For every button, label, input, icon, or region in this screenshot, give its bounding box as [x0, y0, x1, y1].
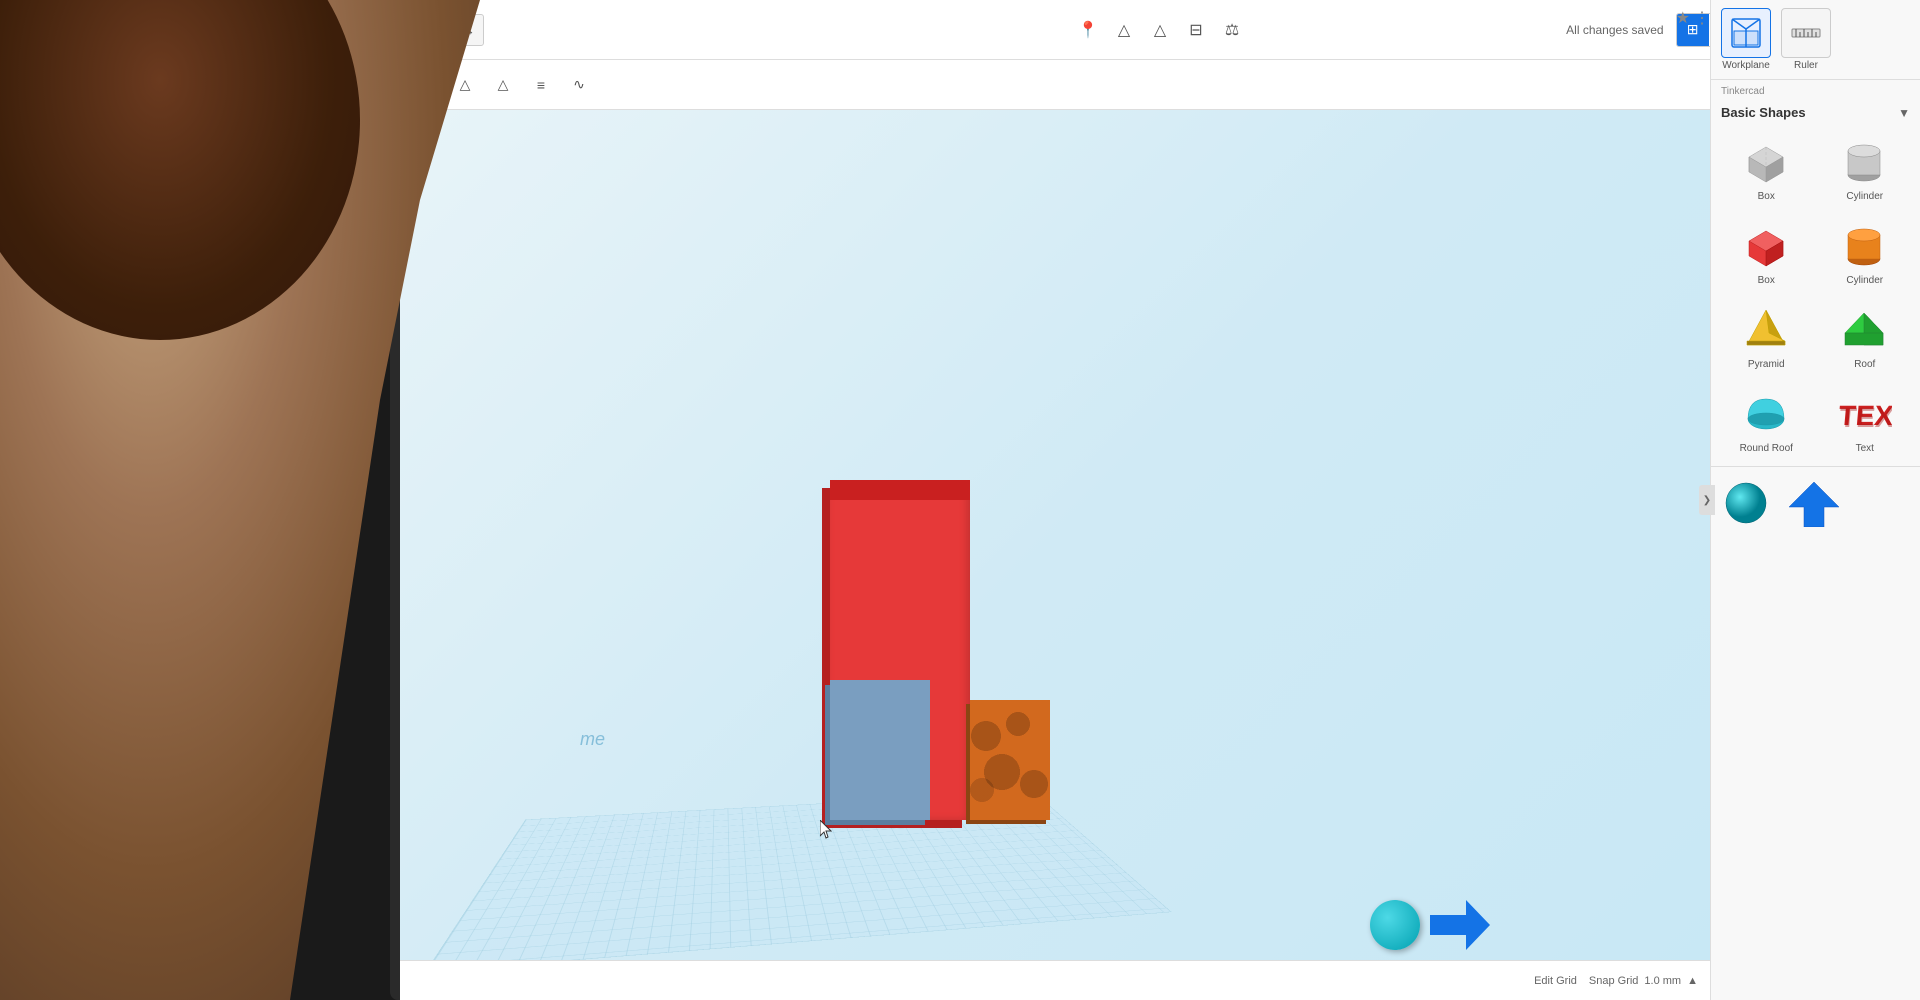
blue-box-shape[interactable]: [830, 680, 930, 820]
align-icon[interactable]: ⊟: [1182, 16, 1210, 44]
orange-box-shape[interactable]: [970, 700, 1050, 820]
workplane-section: Workplane Ruler: [1711, 0, 1920, 80]
round-roof-teal-icon: [1736, 386, 1796, 441]
shape-item-round-roof-teal[interactable]: Round Roof: [1719, 380, 1814, 460]
bottom-arrow-item[interactable]: [1784, 477, 1839, 527]
shape-item-text-red[interactable]: TEXT TEXT Text: [1818, 380, 1913, 460]
shapes-category-label: Tinkercad: [1721, 86, 1910, 97]
blue-arrow-shape[interactable]: [1430, 900, 1490, 950]
save-status: All changes saved: [1566, 23, 1663, 37]
star-icon[interactable]: ★: [1676, 8, 1690, 28]
arrow-svg: [1784, 477, 1839, 527]
shape-item-cylinder-gray[interactable]: Cylinder: [1818, 128, 1913, 208]
ruler-icon: [1781, 8, 1831, 58]
collapse-panel-handle[interactable]: ❯: [1699, 485, 1715, 515]
box-red-label: Box: [1758, 275, 1775, 286]
cylinder-gray-label: Cylinder: [1846, 191, 1883, 202]
tool-3[interactable]: △: [488, 70, 518, 100]
roof-green-label: Roof: [1854, 359, 1875, 370]
box-gray-icon: [1736, 134, 1796, 189]
snap-control: Snap Grid 1.0 mm ▲: [1589, 975, 1698, 987]
shape-item-pyramid-yellow[interactable]: Pyramid: [1719, 296, 1814, 376]
shapes-dropdown-arrow[interactable]: ▼: [1898, 106, 1910, 120]
shape-item-cylinder-orange[interactable]: Cylinder: [1818, 212, 1913, 292]
teal-sphere-shape[interactable]: [1370, 900, 1420, 950]
sphere-svg: [1719, 477, 1774, 527]
workplane-icon: [1721, 8, 1771, 58]
triangle-icon[interactable]: △: [1110, 16, 1138, 44]
top-bar-center: 📍 △ △ ⊟ ⚖: [786, 16, 1534, 44]
box-gray-label: Box: [1758, 191, 1775, 202]
shapes-category-header: Tinkercad: [1711, 80, 1920, 103]
cylinder-orange-label: Cylinder: [1846, 275, 1883, 286]
mirror-icon[interactable]: ⚖: [1218, 16, 1246, 44]
cylinder-gray-icon: [1835, 134, 1895, 189]
snap-grid-label: Snap Grid: [1589, 975, 1639, 987]
workplane-label: Workplane: [1722, 60, 1770, 71]
right-panel: Workplane Ruler Ti: [1710, 0, 1920, 1000]
grid-floor: [425, 792, 1171, 972]
shapes-title: Basic Shapes: [1721, 105, 1806, 120]
tool-4[interactable]: ≡: [526, 70, 556, 100]
top-bar: ← → 📍 △ △ ⊟ ⚖ All changes saved ⊞ ⊡ What…: [400, 0, 1920, 60]
shapes-grid: Box Cylinder: [1711, 122, 1920, 466]
round-roof-teal-label: Round Roof: [1740, 443, 1793, 454]
location-icon[interactable]: 📍: [1074, 16, 1102, 44]
shape-item-roof-green[interactable]: Roof: [1818, 296, 1913, 376]
text-red-icon: TEXT TEXT: [1835, 386, 1895, 441]
snap-up-icon[interactable]: ▲: [1687, 975, 1698, 987]
tool-5[interactable]: ∿: [564, 70, 594, 100]
pyramid-yellow-icon: [1736, 302, 1796, 357]
bottom-panel-shapes: [1711, 466, 1920, 537]
box-red-icon: [1736, 218, 1796, 273]
kebab-menu-icon[interactable]: ⋮: [1694, 8, 1710, 28]
ruler-label: Ruler: [1794, 60, 1818, 71]
bottom-sphere-item[interactable]: [1719, 477, 1774, 527]
text-red-label: Text: [1856, 443, 1874, 454]
cursor: [820, 820, 832, 840]
ruler-item[interactable]: Ruler: [1781, 8, 1831, 71]
cylinder-orange-icon: [1835, 218, 1895, 273]
bottom-shapes: [1370, 900, 1490, 950]
svg-text:TEXT: TEXT: [1838, 402, 1892, 433]
shape-item-box-red[interactable]: Box: [1719, 212, 1814, 292]
grid-label: me: [580, 729, 605, 750]
roof-green-icon: [1835, 302, 1895, 357]
triangle-outline-icon[interactable]: △: [1146, 16, 1174, 44]
secondary-toolbar: ◉ △ △ ≡ ∿: [400, 60, 1710, 110]
workplane-item[interactable]: Workplane: [1721, 8, 1771, 71]
monitor-screen: ← → 📍 △ △ ⊟ ⚖ All changes saved ⊞ ⊡ What…: [400, 0, 1920, 1000]
canvas-area[interactable]: me: [400, 110, 1710, 1000]
snap-value[interactable]: 1.0 mm: [1644, 975, 1681, 987]
bottom-bar: Edit Grid Snap Grid 1.0 mm ▲: [400, 960, 1710, 1000]
edit-grid-label[interactable]: Edit Grid: [1534, 975, 1577, 987]
shape-item-box-gray[interactable]: Box: [1719, 128, 1814, 208]
shapes-dropdown[interactable]: Basic Shapes ▼: [1711, 103, 1920, 122]
pyramid-yellow-label: Pyramid: [1748, 359, 1785, 370]
